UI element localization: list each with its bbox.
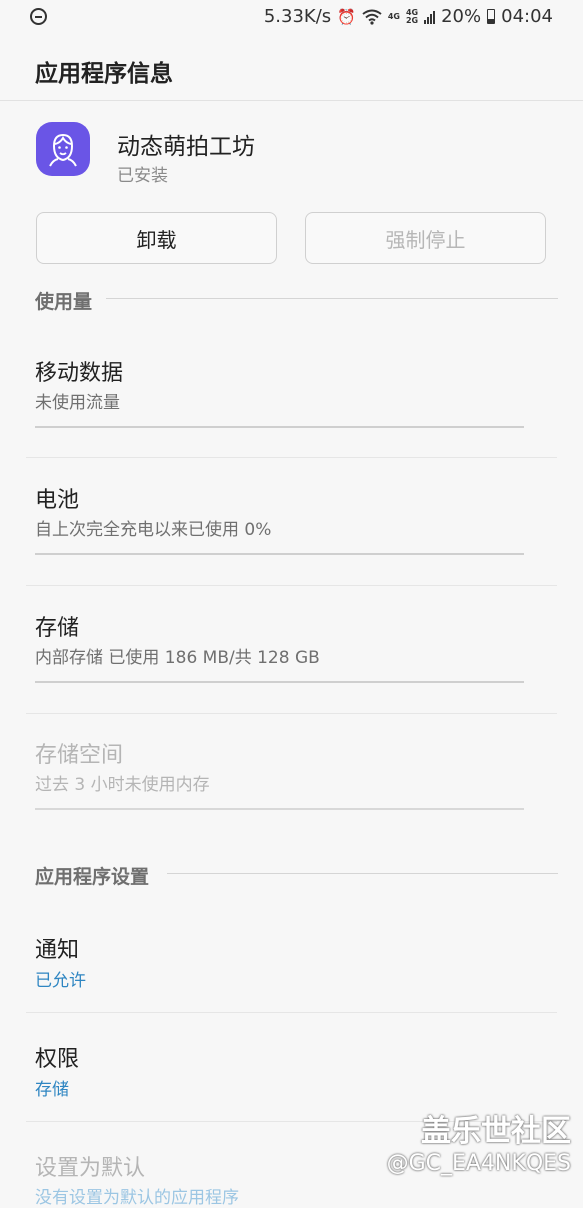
status-icons: 5.33K/s ⏰ 4G 4G 2G 20% 04:04 bbox=[264, 6, 553, 27]
permissions-subtitle: 存储 bbox=[35, 1080, 69, 1100]
watermark-brand: 盖乐世社区 bbox=[421, 1114, 571, 1149]
battery-percent: 20% bbox=[441, 6, 482, 27]
set-as-default-subtitle: 没有设置为默认的应用程序 bbox=[35, 1188, 239, 1208]
signal-icon bbox=[424, 10, 436, 24]
divider bbox=[26, 713, 557, 714]
force-stop-button[interactable]: 强制停止 bbox=[305, 212, 546, 264]
storage-subtitle: 内部存储 已使用 186 MB/共 128 GB bbox=[35, 648, 320, 668]
app-name: 动态萌拍工坊 bbox=[117, 134, 255, 160]
do-not-disturb-icon bbox=[30, 8, 47, 25]
notifications-subtitle: 已允许 bbox=[35, 971, 86, 991]
wifi-icon bbox=[362, 9, 382, 25]
mobile-data-bar bbox=[35, 426, 524, 428]
usage-section-line bbox=[106, 298, 558, 299]
app-install-status: 已安装 bbox=[117, 166, 168, 186]
notifications-title: 通知 bbox=[35, 938, 80, 963]
face-icon bbox=[49, 133, 77, 167]
uninstall-button[interactable]: 卸载 bbox=[36, 212, 277, 264]
app-settings-section-line bbox=[167, 873, 558, 874]
divider bbox=[26, 585, 557, 586]
network-type-dual-icon: 4G 2G bbox=[405, 7, 419, 25]
memory-title: 存储空间 bbox=[35, 743, 124, 768]
clock: 04:04 bbox=[501, 6, 553, 27]
battery-title: 电池 bbox=[35, 488, 80, 513]
header-divider bbox=[0, 100, 583, 101]
network-speed: 5.33K/s bbox=[263, 6, 332, 27]
network-type-icon: 4G bbox=[387, 11, 400, 21]
app-icon bbox=[36, 122, 90, 176]
watermark-user: @GC_EA4NKQES bbox=[386, 1151, 571, 1176]
usage-section-heading: 使用量 bbox=[35, 291, 93, 313]
status-bar: 5.33K/s ⏰ 4G 4G 2G 20% 04:04 bbox=[0, 0, 583, 34]
divider bbox=[26, 457, 557, 458]
mobile-data-subtitle: 未使用流量 bbox=[35, 393, 120, 413]
page-title: 应用程序信息 bbox=[35, 61, 173, 87]
battery-subtitle: 自上次完全充电以来已使用 0% bbox=[35, 520, 272, 540]
storage-title: 存储 bbox=[35, 616, 80, 641]
alarm-icon: ⏰ bbox=[337, 7, 356, 26]
battery-bar bbox=[35, 553, 524, 555]
memory-bar bbox=[35, 808, 524, 810]
app-settings-section-heading: 应用程序设置 bbox=[35, 866, 150, 888]
divider bbox=[26, 1012, 557, 1013]
set-as-default-title: 设置为默认 bbox=[35, 1156, 146, 1181]
mobile-data-title: 移动数据 bbox=[35, 361, 124, 386]
permissions-title: 权限 bbox=[35, 1047, 80, 1072]
memory-subtitle: 过去 3 小时未使用内存 bbox=[35, 775, 210, 795]
battery-icon bbox=[487, 9, 496, 24]
storage-bar bbox=[35, 681, 524, 683]
